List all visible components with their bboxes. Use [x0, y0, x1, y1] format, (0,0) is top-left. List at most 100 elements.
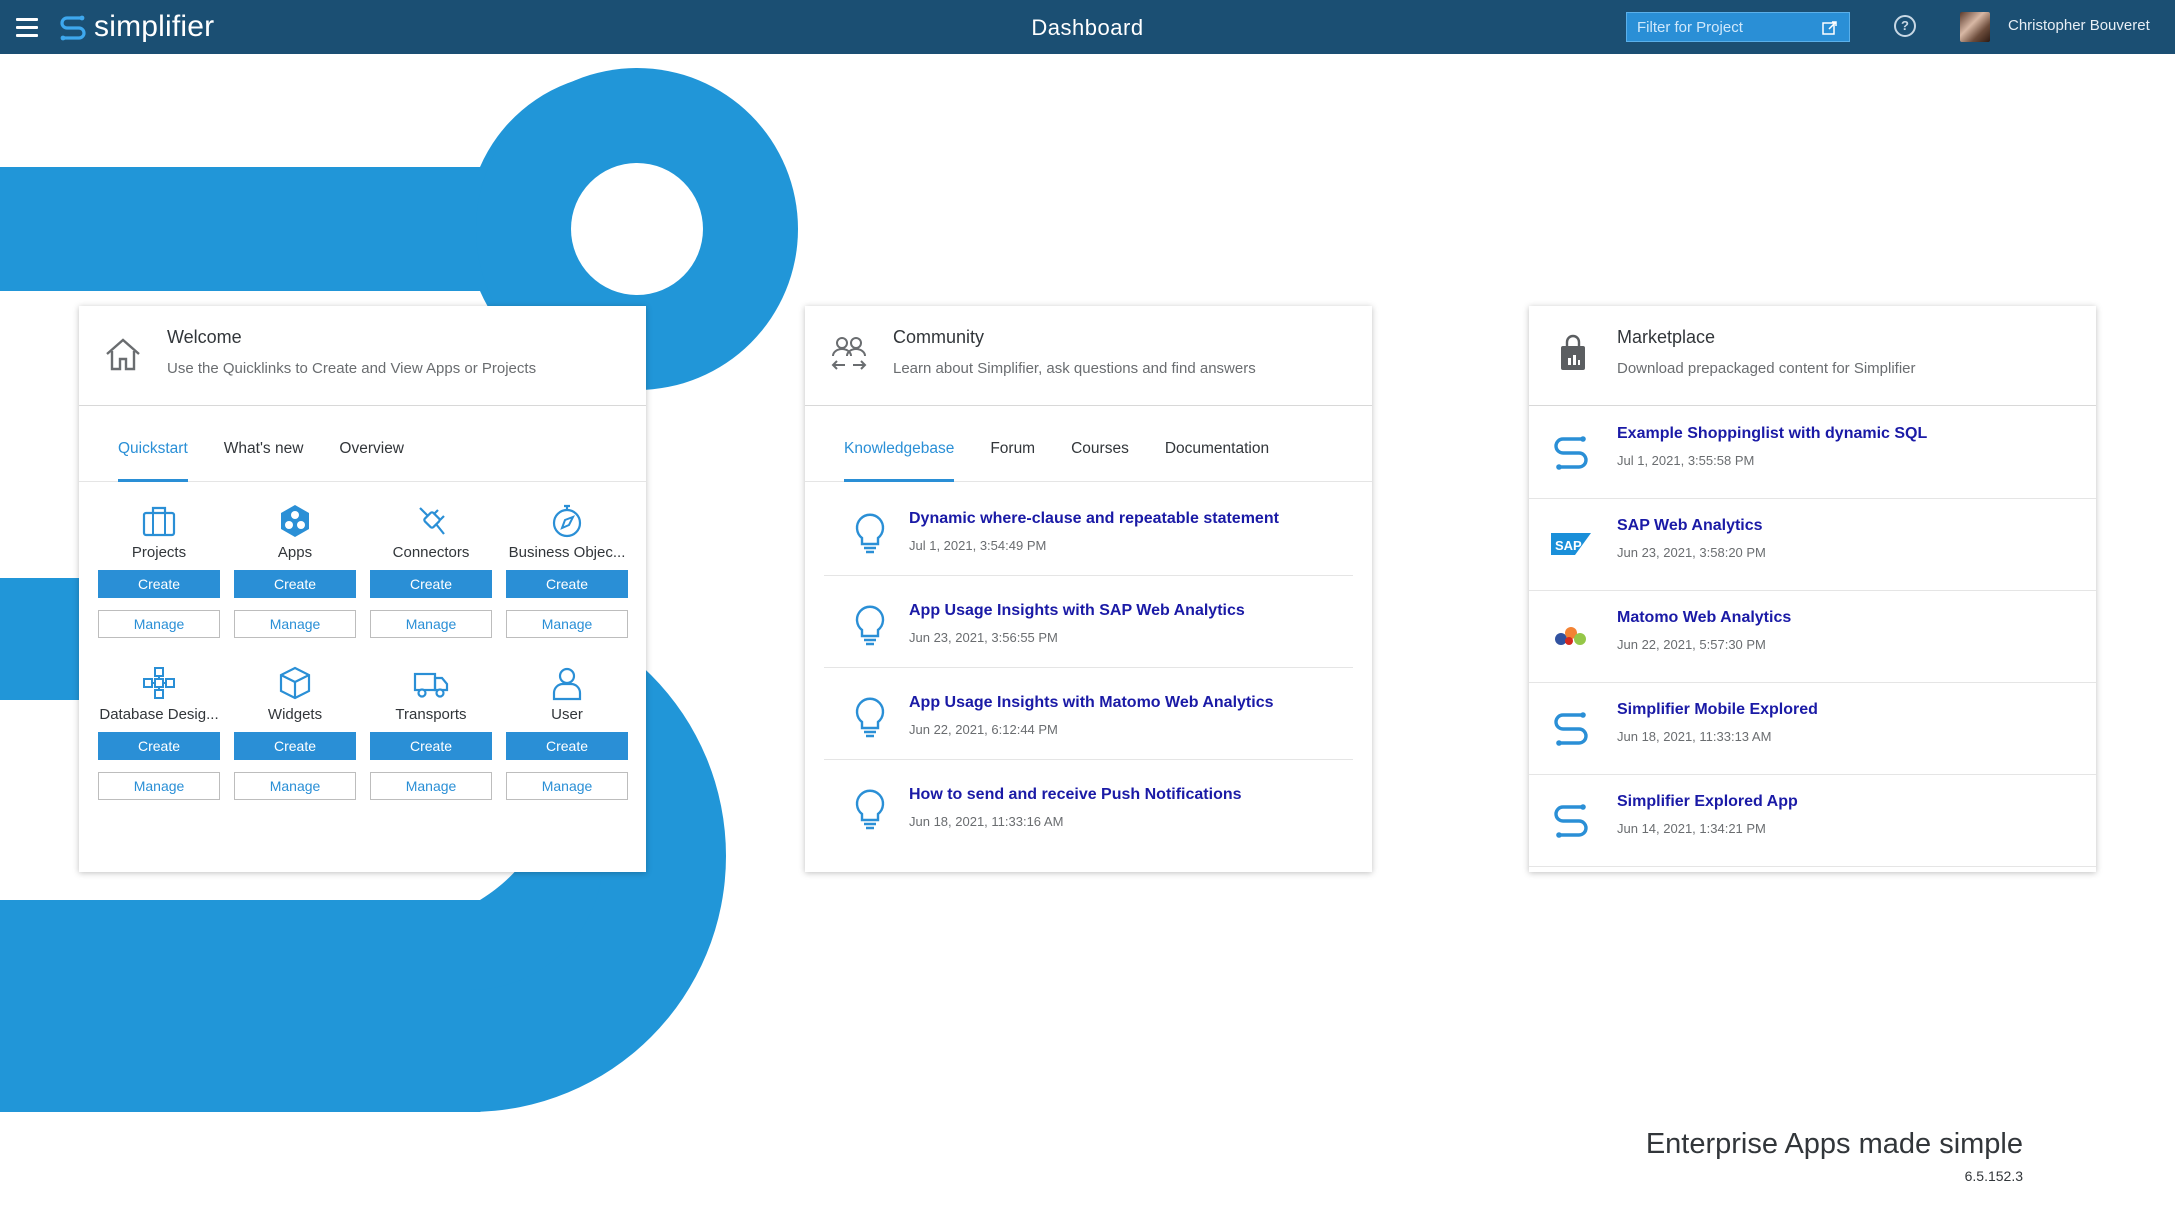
marketplace-item-date: Jun 22, 2021, 5:57:30 PM [1617, 637, 1766, 652]
simplifier-logo-icon [60, 15, 86, 41]
marketplace-subtitle: Download prepackaged content for Simplif… [1617, 360, 1916, 377]
create-user-button[interactable]: Create [506, 732, 628, 760]
database-network-icon [143, 667, 175, 699]
manage-projects-button[interactable]: Manage [98, 610, 220, 638]
welcome-title: Welcome [167, 327, 242, 347]
create-projects-button[interactable]: Create [98, 570, 220, 598]
community-people-icon [831, 337, 867, 370]
tab-knowledgebase[interactable]: Knowledgebase [844, 406, 955, 482]
welcome-subtitle: Use the Quicklinks to Create and View Ap… [167, 360, 537, 377]
article-date: Jun 23, 2021, 3:56:55 PM [909, 630, 1058, 645]
quickstart-transports: Transports Create Manage [370, 664, 492, 800]
open-external-icon[interactable] [1821, 19, 1839, 37]
article-date: Jun 18, 2021, 11:33:16 AM [909, 814, 1064, 829]
marketplace-item-title[interactable]: SAP Web Analytics [1617, 517, 1763, 535]
list-item[interactable]: Simplifier Mobile Explored Jun 18, 2021,… [1529, 683, 2096, 775]
marketplace-item-title[interactable]: Example Shoppinglist with dynamic SQL [1617, 425, 1927, 443]
manage-user-button[interactable]: Manage [506, 772, 628, 800]
top-header-bar: simplifier Dashboard ? Christopher Bouve… [0, 0, 2175, 54]
matomo-logo-icon [1555, 627, 1586, 645]
article-title[interactable]: Dynamic where-clause and repeatable stat… [909, 510, 1279, 528]
briefcase-icon [142, 506, 176, 537]
user-name[interactable]: Christopher Bouveret [2008, 17, 2150, 34]
marketplace-card-header: Marketplace Download prepackaged content… [1529, 306, 2096, 406]
simplifier-logo[interactable]: simplifier [58, 10, 214, 44]
marketplace-item-title[interactable]: Matomo Web Analytics [1617, 609, 1791, 627]
tab-overview[interactable]: Overview [339, 406, 404, 481]
quickstart-label: Transports [395, 706, 467, 723]
quickstart-label: Business Objec... [508, 544, 626, 561]
apps-hexagon-icon [281, 505, 309, 537]
list-item[interactable]: SAP SAP Web Analytics Jun 23, 2021, 3:58… [1529, 499, 2096, 591]
article-date: Jun 22, 2021, 6:12:44 PM [909, 722, 1058, 737]
compass-icon [552, 504, 582, 538]
quickstart-label: Projects [131, 544, 187, 561]
quickstart-label: Connectors [392, 544, 470, 561]
svg-text:SAP: SAP [1555, 538, 1582, 553]
create-transports-button[interactable]: Create [370, 732, 492, 760]
marketplace-list: Example Shoppinglist with dynamic SQL Ju… [1529, 407, 2096, 867]
filter-project-field[interactable] [1626, 12, 1850, 42]
marketplace-item-title[interactable]: Simplifier Explored App [1617, 793, 1798, 811]
filter-project-input[interactable] [1637, 18, 1817, 36]
create-database-designer-button[interactable]: Create [98, 732, 220, 760]
truck-icon [413, 672, 449, 698]
knowledgebase-list: Dynamic where-clause and repeatable stat… [824, 484, 1353, 852]
tab-courses[interactable]: Courses [1071, 406, 1129, 481]
simplifier-logo-icon [1554, 436, 1588, 470]
quickstart-label: Widgets [267, 706, 323, 723]
manage-connectors-button[interactable]: Manage [370, 610, 492, 638]
tab-documentation[interactable]: Documentation [1165, 406, 1269, 481]
article-title[interactable]: App Usage Insights with SAP Web Analytic… [909, 602, 1245, 620]
community-title: Community [893, 327, 985, 347]
marketplace-item-date: Jul 1, 2021, 3:55:58 PM [1617, 453, 1755, 468]
article-date: Jul 1, 2021, 3:54:49 PM [909, 538, 1047, 553]
welcome-tabs: Quickstart What's new Overview [79, 406, 646, 482]
list-item[interactable]: App Usage Insights with SAP Web Analytic… [824, 576, 1353, 668]
list-item[interactable]: App Usage Insights with Matomo Web Analy… [824, 668, 1353, 760]
list-item[interactable]: Dynamic where-clause and repeatable stat… [824, 484, 1353, 576]
avatar[interactable] [1960, 12, 1990, 42]
marketplace-title: Marketplace [1617, 327, 1716, 347]
manage-widgets-button[interactable]: Manage [234, 772, 356, 800]
manage-business-objects-button[interactable]: Manage [506, 610, 628, 638]
marketplace-item-date: Jun 18, 2021, 11:33:13 AM [1617, 729, 1772, 744]
quickstart-label: User [551, 706, 583, 723]
lightbulb-icon [855, 605, 885, 646]
quickstart-label: Apps [277, 544, 313, 561]
manage-transports-button[interactable]: Manage [370, 772, 492, 800]
list-item[interactable]: Simplifier Explored App Jun 14, 2021, 1:… [1529, 775, 2096, 867]
manage-database-designer-button[interactable]: Manage [98, 772, 220, 800]
article-title[interactable]: How to send and receive Push Notificatio… [909, 786, 1242, 804]
list-item[interactable]: How to send and receive Push Notificatio… [824, 760, 1353, 852]
list-item[interactable]: Matomo Web Analytics Jun 22, 2021, 5:57:… [1529, 591, 2096, 683]
tab-forum[interactable]: Forum [990, 406, 1035, 481]
article-title[interactable]: App Usage Insights with Matomo Web Analy… [909, 694, 1273, 712]
create-apps-button[interactable]: Create [234, 570, 356, 598]
connector-plug-icon [419, 507, 445, 535]
quickstart-business-objects: Business Objec... Create Manage [506, 502, 628, 638]
question-circle-icon[interactable]: ? [1894, 15, 1916, 37]
create-widgets-button[interactable]: Create [234, 732, 356, 760]
cube-icon [279, 666, 311, 700]
tagline: Enterprise Apps made simple [1645, 1128, 2023, 1160]
create-business-objects-button[interactable]: Create [506, 570, 628, 598]
manage-apps-button[interactable]: Manage [234, 610, 356, 638]
shopping-bag-icon [1561, 334, 1585, 370]
marketplace-item-date: Jun 23, 2021, 3:58:20 PM [1617, 545, 1766, 560]
quickstart-connectors: Connectors Create Manage [370, 502, 492, 638]
welcome-card-header: Welcome Use the Quicklinks to Create and… [79, 306, 646, 406]
app-name: simplifier [94, 10, 215, 43]
marketplace-item-date: Jun 14, 2021, 1:34:21 PM [1617, 821, 1766, 836]
lightbulb-icon [855, 697, 885, 738]
community-tabs: Knowledgebase Forum Courses Documentatio… [805, 406, 1372, 482]
tab-quickstart[interactable]: Quickstart [118, 406, 188, 482]
hamburger-menu-icon[interactable] [12, 13, 42, 41]
lightbulb-icon [855, 789, 885, 830]
tab-whats-new[interactable]: What's new [224, 406, 304, 481]
marketplace-card: Marketplace Download prepackaged content… [1529, 306, 2096, 872]
quickstart-projects: Projects Create Manage [98, 502, 220, 638]
create-connectors-button[interactable]: Create [370, 570, 492, 598]
list-item[interactable]: Example Shoppinglist with dynamic SQL Ju… [1529, 407, 2096, 499]
marketplace-item-title[interactable]: Simplifier Mobile Explored [1617, 701, 1818, 719]
